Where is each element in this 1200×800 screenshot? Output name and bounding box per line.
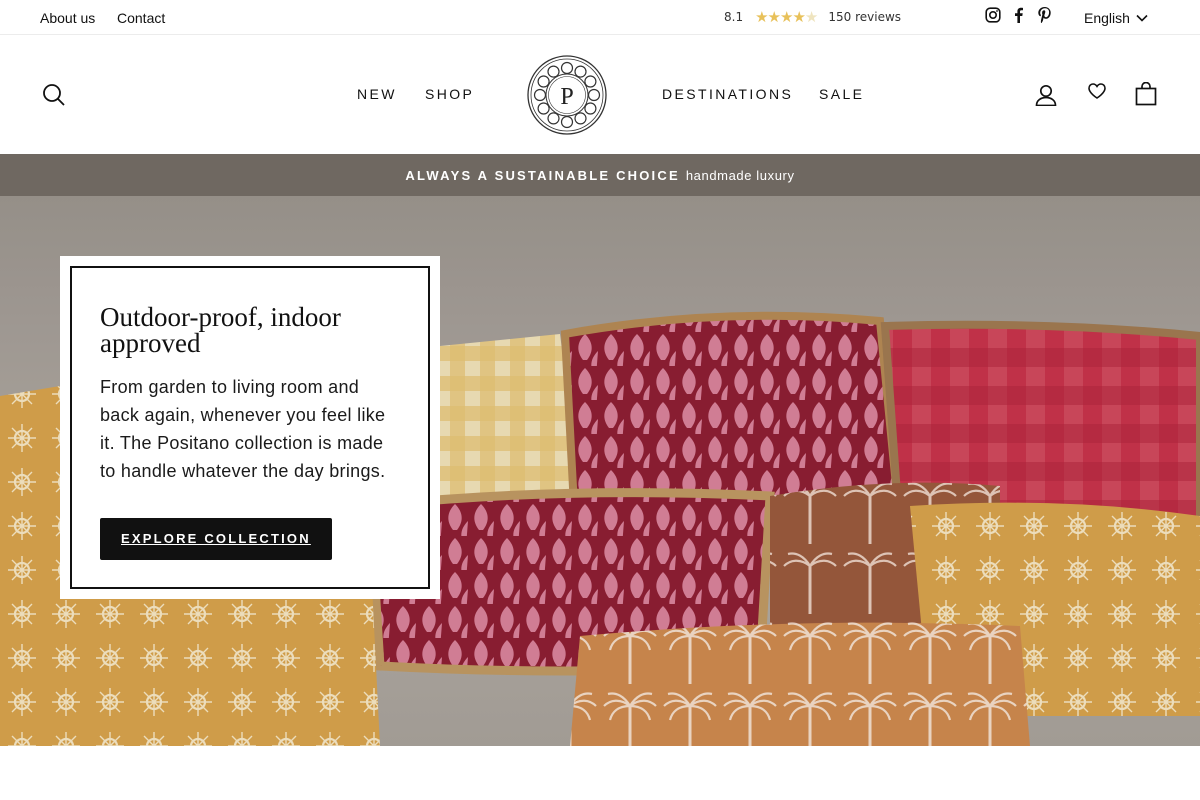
announcement-bar: ALWAYS A SUSTAINABLE CHOICE handmade lux… <box>0 154 1200 196</box>
heart-icon[interactable] <box>1088 83 1106 99</box>
nav-sale[interactable]: SALE <box>819 86 864 102</box>
nav-destinations[interactable]: DESTINATIONS <box>662 86 793 102</box>
star-icon: ★ <box>767 7 781 26</box>
facebook-icon[interactable] <box>1013 7 1024 23</box>
language-selector[interactable]: English <box>1084 10 1148 26</box>
rating-score: 8.1 <box>724 10 744 24</box>
star-icon: ★ <box>780 7 793 26</box>
search-icon[interactable] <box>42 83 66 107</box>
hero-banner: Outdoor-proof, indoor approved From gard… <box>0 196 1200 746</box>
announcement-light: handmade luxury <box>685 167 795 183</box>
pinterest-icon[interactable] <box>1038 7 1051 23</box>
brand-logo[interactable]: P <box>526 54 608 136</box>
bag-icon[interactable] <box>1135 82 1157 106</box>
utility-bar: About us Contact 8.1 ★ ★ ★ ★ ★ 150 revie… <box>0 0 1200 35</box>
hero-card: Outdoor-proof, indoor approved From gard… <box>60 256 440 599</box>
account-icon[interactable] <box>1035 84 1057 106</box>
rating-stars: ★ ★ ★ ★ ★ <box>755 7 818 26</box>
chevron-down-icon <box>1136 14 1148 22</box>
hero-body: From garden to living room and back agai… <box>100 377 386 481</box>
star-half-icon: ★ <box>804 7 818 26</box>
about-us-link[interactable]: About us <box>40 10 95 26</box>
contact-link[interactable]: Contact <box>117 10 165 26</box>
explore-collection-button[interactable]: EXPLORE COLLECTION <box>100 518 332 560</box>
reviews-count: 150 reviews <box>828 10 902 24</box>
below-hero-area <box>0 746 1200 800</box>
star-icon: ★ <box>755 7 768 26</box>
rating-widget[interactable]: 8.1 ★ ★ ★ ★ ★ 150 reviews <box>724 8 901 26</box>
language-label: English <box>1084 10 1130 26</box>
instagram-icon[interactable] <box>985 7 1001 23</box>
nav-shop[interactable]: SHOP <box>425 86 474 102</box>
star-icon: ★ <box>792 7 805 26</box>
announcement-strong: ALWAYS A SUSTAINABLE CHOICE <box>405 167 680 183</box>
logo-letter: P <box>560 84 573 110</box>
hero-title: Outdoor-proof, indoor approved <box>100 302 341 358</box>
nav-new[interactable]: NEW <box>357 86 397 102</box>
hero-card-frame: Outdoor-proof, indoor approved From gard… <box>70 266 430 589</box>
site-header: NEW SHOP P DESTINATIONS SALE <box>0 35 1200 154</box>
